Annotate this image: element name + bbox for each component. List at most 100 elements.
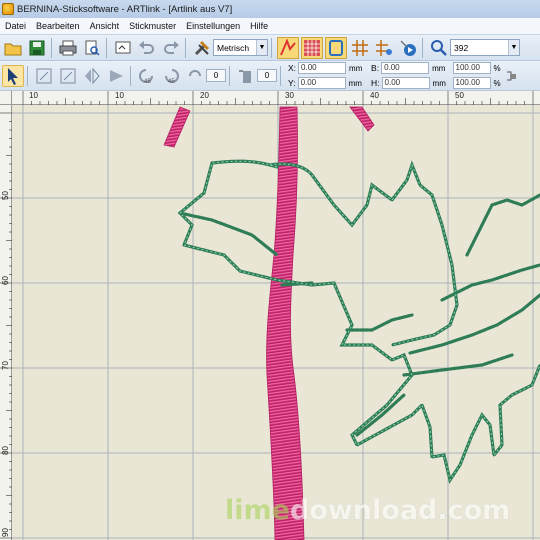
slant-icon (239, 70, 251, 83)
export-button[interactable] (112, 37, 134, 59)
print-preview-button[interactable] (81, 37, 103, 59)
mirror-horizontal-icon (85, 67, 100, 84)
y-label: Y: (288, 78, 296, 88)
watermark-rest: download.com (289, 495, 511, 526)
toolbar-separator (27, 65, 28, 86)
ruler-label: 40 (370, 91, 379, 100)
tools-button[interactable] (191, 37, 213, 59)
magnifier-icon (431, 39, 447, 56)
menu-bearbeiten[interactable]: Bearbeiten (31, 21, 85, 31)
select-tool-button[interactable] (2, 64, 24, 87)
ruler-corner (0, 91, 12, 105)
stitch-zigzag-icon (280, 38, 296, 55)
mirror-h-button[interactable] (81, 65, 103, 87)
floppy-disk-icon (29, 40, 45, 55)
resize-tool-button[interactable] (33, 65, 55, 87)
main-stem[interactable] (266, 106, 305, 540)
design-canvas[interactable] (12, 105, 540, 540)
leaf-outline[interactable] (177, 159, 540, 484)
grid-settings-button[interactable] (373, 37, 395, 59)
height-field[interactable]: 0.00 (381, 77, 430, 89)
scale-fields: 100.00 % 100.00 % (452, 62, 502, 89)
embroidery-design (12, 105, 540, 540)
scale-height-field[interactable]: 100.00 (452, 77, 491, 89)
redo-icon (164, 40, 179, 54)
horizontal-ruler: 10 10 20 30 40 50 (12, 91, 540, 105)
grid-button[interactable] (349, 37, 371, 59)
slant-button[interactable] (235, 65, 257, 87)
fill-pattern-icon (304, 39, 320, 56)
title-bar: BERNINA-Sticksoftware - ARTlink - [Artli… (0, 0, 540, 18)
print-button[interactable] (57, 37, 79, 59)
menu-bar: Datei Bearbeiten Ansicht Stickmuster Ein… (0, 18, 540, 35)
ruler-label: 10 (29, 91, 38, 100)
vertical-ruler-ticks (0, 112, 12, 539)
proportional-lock-button[interactable] (504, 65, 518, 87)
printer-icon (59, 40, 77, 55)
mirror-v-button[interactable] (105, 65, 127, 87)
main-toolbar: Metrisch ▼ 392 ▼ (0, 35, 540, 61)
save-button[interactable] (26, 37, 48, 59)
toolbar-separator (51, 37, 52, 58)
x-field[interactable]: 0.00 (298, 62, 347, 74)
ruler-label: 30 (285, 91, 294, 100)
resize-icon (36, 68, 52, 83)
chevron-down-icon: ▼ (256, 40, 267, 55)
undo-icon (139, 40, 154, 54)
open-folder-button[interactable] (2, 37, 24, 59)
zoom-value: 392 (454, 42, 469, 53)
zoom-button[interactable] (428, 37, 450, 59)
hammer-wrench-icon (194, 40, 209, 55)
x-label: X: (288, 63, 297, 73)
stitch-view-button[interactable] (277, 36, 299, 59)
svg-text:45: 45 (168, 79, 175, 85)
skew-tool-button[interactable] (57, 65, 79, 87)
menu-einstellungen[interactable]: Einstellungen (181, 21, 245, 31)
units-select[interactable]: Metrisch ▼ (213, 39, 268, 56)
width-unit: mm (432, 63, 446, 73)
fill-view-button[interactable] (301, 36, 323, 59)
simulate-button[interactable] (397, 37, 419, 59)
scale-width-unit: % (493, 63, 501, 73)
slant-spinner[interactable]: 0 (257, 69, 277, 82)
y-field[interactable]: 0.00 (297, 77, 346, 89)
width-field[interactable]: 0.00 (381, 62, 430, 74)
zoom-select[interactable]: 392 ▼ (450, 39, 520, 56)
rotate-free-button[interactable] (184, 65, 206, 87)
ruler-label: 20 (200, 91, 209, 100)
skew-icon (60, 68, 76, 83)
rotate-right-icon: 45 (165, 68, 179, 85)
ruler-label: 80 (1, 446, 10, 455)
hoop-button[interactable] (325, 36, 347, 59)
vertical-ruler: 50 60 70 80 90 (0, 105, 12, 540)
watermark-lime: lime (225, 495, 290, 526)
menu-hilfe[interactable]: Hilfe (245, 21, 273, 31)
undo-button[interactable] (136, 37, 158, 59)
scale-height-unit: % (493, 78, 501, 88)
units-select-value: Metrisch (217, 42, 250, 53)
rotate-right-45-button[interactable]: 45 (160, 65, 182, 87)
height-unit: mm (432, 78, 446, 88)
toolbar-separator (271, 37, 272, 58)
ruler-label: 90 (1, 528, 10, 537)
toolbar-separator (422, 37, 423, 58)
toolbar-separator (185, 37, 186, 58)
rotate-free-icon (189, 69, 201, 76)
scale-width-field[interactable]: 100.00 (452, 62, 491, 74)
ruler-label: 60 (1, 276, 10, 285)
stem-right-fragment (349, 106, 375, 132)
grid-icon (352, 39, 368, 56)
toolbar-separator (106, 37, 107, 58)
width-label: B: (371, 63, 380, 73)
svg-text:45: 45 (144, 79, 151, 85)
print-preview-icon (85, 40, 100, 56)
height-label: H: (371, 78, 380, 88)
redo-button[interactable] (160, 37, 182, 59)
hoop-frame-icon (329, 39, 343, 56)
rotate-left-45-button[interactable]: 45 (136, 65, 158, 87)
menu-ansicht[interactable]: Ansicht (85, 21, 125, 31)
lock-icon (506, 71, 516, 80)
rotation-spinner[interactable]: 0 (206, 69, 226, 82)
menu-datei[interactable]: Datei (0, 21, 31, 31)
menu-stickmuster[interactable]: Stickmuster (124, 21, 181, 31)
